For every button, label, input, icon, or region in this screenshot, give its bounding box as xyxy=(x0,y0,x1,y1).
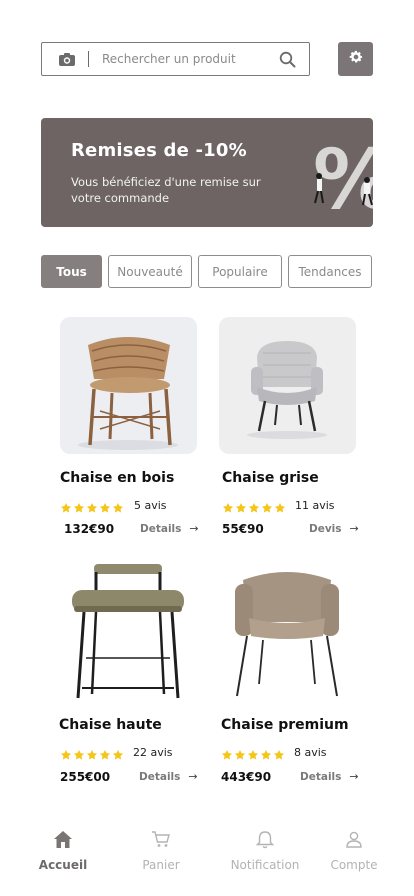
user-icon xyxy=(343,828,365,850)
rating-stars xyxy=(60,499,124,518)
product-image-chaise-en-bois[interactable] xyxy=(60,317,197,454)
product-image-chaise-grise[interactable] xyxy=(219,317,356,454)
review-count: 5 avis xyxy=(134,499,167,512)
percent-illustration: % xyxy=(313,133,373,220)
star-icon xyxy=(99,746,111,765)
arrow-right-icon: → xyxy=(349,522,359,535)
star-icon xyxy=(260,746,272,765)
details-link[interactable]: Devis → xyxy=(309,522,359,535)
star-icon xyxy=(60,746,72,765)
star-icon xyxy=(235,499,247,518)
star-icon xyxy=(248,499,260,518)
product-price: 55€90 xyxy=(222,522,264,536)
details-link[interactable]: Details → xyxy=(140,522,199,535)
star-icon xyxy=(221,746,233,765)
star-icon xyxy=(99,499,111,518)
nav-compte[interactable]: Compte xyxy=(304,828,404,872)
product-image-chaise-premium[interactable] xyxy=(219,562,356,699)
product-price: 132€90 xyxy=(64,522,115,536)
tab-populaire[interactable]: Populaire xyxy=(198,255,282,288)
tab-nouveaute[interactable]: Nouveauté xyxy=(108,255,192,288)
review-count: 8 avis xyxy=(294,746,327,759)
arrow-right-icon: → xyxy=(188,770,198,783)
star-icon xyxy=(73,746,85,765)
product-title[interactable]: Chaise en bois xyxy=(60,470,174,486)
star-icon xyxy=(60,499,72,518)
product-title[interactable]: Chaise haute xyxy=(59,717,162,733)
star-icon xyxy=(247,746,259,765)
settings-button[interactable] xyxy=(338,42,373,76)
bottom-nav: Accueil Panier Notification Compte xyxy=(0,818,414,896)
rating-stars xyxy=(60,746,124,765)
product-title[interactable]: Chaise premium xyxy=(221,717,349,733)
star-icon xyxy=(261,499,273,518)
product-image-chaise-haute[interactable] xyxy=(60,562,197,699)
product-title[interactable]: Chaise grise xyxy=(222,470,319,486)
search-divider xyxy=(88,51,89,67)
details-label: Details xyxy=(300,770,342,783)
cart-icon xyxy=(150,828,172,850)
review-count: 11 avis xyxy=(295,499,335,512)
home-icon xyxy=(52,828,74,850)
camera-icon[interactable] xyxy=(56,49,78,69)
nav-label: Accueil xyxy=(38,858,88,872)
search-bar[interactable]: Rechercher un produit xyxy=(41,42,310,76)
promo-title: Remises de -10% xyxy=(71,140,247,161)
nav-label: Notification xyxy=(230,858,300,872)
arrow-right-icon: → xyxy=(189,522,199,535)
star-icon xyxy=(222,499,234,518)
star-icon xyxy=(234,746,246,765)
nav-notification[interactable]: Notification xyxy=(215,828,315,872)
gear-icon xyxy=(348,49,364,69)
star-icon xyxy=(273,746,285,765)
rating-stars xyxy=(221,746,285,765)
details-link[interactable]: Details → xyxy=(139,770,198,783)
details-label: Details xyxy=(139,770,181,783)
star-icon xyxy=(112,499,124,518)
star-icon xyxy=(86,746,98,765)
star-icon xyxy=(274,499,286,518)
details-label: Details xyxy=(140,522,182,535)
product-price: 443€90 xyxy=(221,770,272,784)
nav-label: Panier xyxy=(142,858,180,872)
rating-stars xyxy=(222,499,286,518)
details-link[interactable]: Details → xyxy=(300,770,359,783)
nav-panier[interactable]: Panier xyxy=(111,828,211,872)
tab-tendances[interactable]: Tendances xyxy=(288,255,372,288)
bell-icon xyxy=(254,828,276,850)
star-icon xyxy=(112,746,124,765)
search-input[interactable]: Rechercher un produit xyxy=(102,52,277,66)
promo-banner[interactable]: Remises de -10% Vous bénéficiez d'une re… xyxy=(41,118,373,227)
promo-subtitle: Vous bénéficiez d'une remise sur votre c… xyxy=(71,175,261,205)
nav-label: Compte xyxy=(330,858,378,872)
star-icon xyxy=(86,499,98,518)
arrow-right-icon: → xyxy=(349,770,359,783)
tab-tous[interactable]: Tous xyxy=(41,255,102,288)
details-label: Devis xyxy=(309,522,342,535)
review-count: 22 avis xyxy=(133,746,173,759)
nav-accueil[interactable]: Accueil xyxy=(13,828,113,872)
svg-text:%: % xyxy=(313,133,373,220)
star-icon xyxy=(73,499,85,518)
product-price: 255€00 xyxy=(60,770,111,784)
search-icon[interactable] xyxy=(277,49,297,69)
